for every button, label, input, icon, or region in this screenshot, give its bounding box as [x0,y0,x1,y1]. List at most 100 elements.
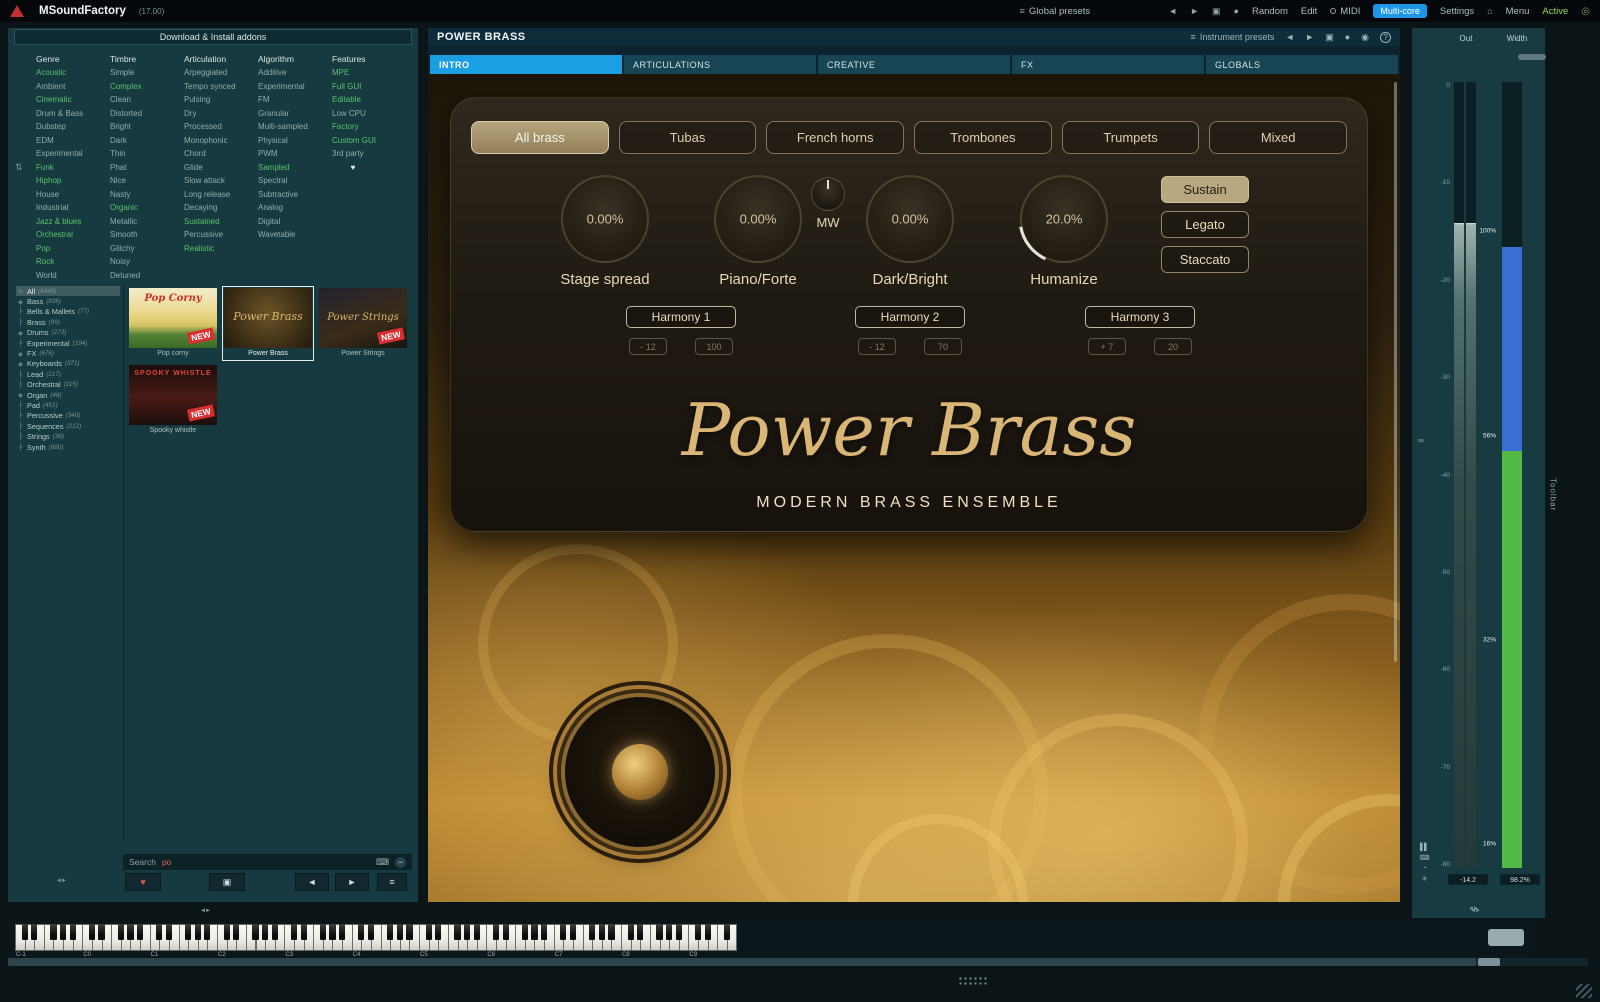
browser-resize-handle[interactable]: ◄► [56,878,66,884]
filter-item-nasty[interactable]: Nasty [108,188,182,202]
tree-item-bells-mallets[interactable]: ├Bells & Mallets(77) [16,307,120,317]
piano-key-black[interactable] [224,924,230,940]
filter-item-low-cpu[interactable]: Low CPU [330,107,404,121]
next-instrument-preset-button[interactable]: ► [1305,32,1314,42]
filter-item-3rd-party[interactable]: 3rd party [330,147,404,161]
tree-item-percussive[interactable]: ├Percussive(340) [16,411,120,421]
piano-key-black[interactable] [397,924,403,940]
home-icon[interactable]: ⌂ [1487,6,1492,16]
filter-item-orchestral[interactable]: Orchestral [34,228,108,242]
filter-item-tempo-synced[interactable]: Tempo synced [182,80,256,94]
filter-item-chord[interactable]: Chord [182,147,256,161]
piano-key-black[interactable] [127,924,133,940]
filter-item-cinematic[interactable]: Cinematic [34,93,108,107]
filter-item-arpeggiated[interactable]: Arpeggiated [182,66,256,80]
piano-key-black[interactable] [262,924,268,940]
edit-button[interactable]: Edit [1301,6,1317,17]
filter-item-world[interactable]: World [34,269,108,283]
dark-bright-knob[interactable]: 0.00% [866,175,954,263]
filter-item-glitchy[interactable]: Glitchy [108,242,182,256]
filter-item-edm[interactable]: EDM [34,134,108,148]
filter-item-funk[interactable]: Funk [34,161,108,175]
horizontal-scrollbar-thumb[interactable] [8,958,1476,966]
harmony-button-3[interactable]: Harmony 3 [1085,306,1195,328]
piano-key-black[interactable] [233,924,239,940]
filter-item-sustained[interactable]: Sustained [182,215,256,229]
filter-item-organic[interactable]: Organic [108,201,182,215]
clock-icon[interactable]: ◔ [1422,865,1425,872]
filter-item-long-release[interactable]: Long release [182,188,256,202]
piano-key-black[interactable] [656,924,662,940]
keyboard-icon[interactable]: ⌨ [1419,854,1428,862]
tree-item-keyboards[interactable]: ◈Keyboards(371) [16,359,120,369]
power-icon[interactable]: ◎ [1581,6,1590,17]
thumbnail-view-button[interactable]: ▣ [209,873,245,891]
piano-key-black[interactable] [204,924,210,940]
piano-key-black[interactable] [137,924,143,940]
piano-key-black[interactable] [503,924,509,940]
filter-item-spectral[interactable]: Spectral [256,174,330,188]
tree-item-bass[interactable]: ◈Bass(836) [16,296,120,306]
preset-thumbnail-pop-corny[interactable]: Pop CornyNEWPop corny [127,286,219,361]
section-button-trumpets[interactable]: Trumpets [1062,121,1200,154]
filter-item-realistic[interactable]: Realistic [182,242,256,256]
piano-key-black[interactable] [60,924,66,940]
tab-fx[interactable]: FX [1012,55,1204,74]
piano-key-black[interactable] [301,924,307,940]
harmony-button-2[interactable]: Harmony 2 [855,306,965,328]
piano-key-black[interactable] [185,924,191,940]
menu-button[interactable]: Menu [1506,6,1530,17]
filter-item-acoustic[interactable]: Acoustic [34,66,108,80]
piano-key-black[interactable] [531,924,537,940]
piano-key-black[interactable] [291,924,297,940]
piano-key-black[interactable] [676,924,682,940]
piano-key-black[interactable] [50,924,56,940]
tree-item-all[interactable]: ⊙All(4449) [16,286,120,296]
filter-item-clean[interactable]: Clean [108,93,182,107]
global-presets-button[interactable]: ≡ Global presets [1020,6,1091,17]
meter-scrollbar[interactable] [1518,54,1546,60]
filter-item-ambient[interactable]: Ambient [34,80,108,94]
tree-item-experimental[interactable]: ├Experimental(194) [16,338,120,348]
filter-item-full-gui[interactable]: Full GUI [330,80,404,94]
gear-icon[interactable]: ✳ [1422,875,1427,883]
piano-key-black[interactable] [156,924,162,940]
harmony-amount-value[interactable]: 20 [1154,338,1192,355]
filter-item-bright[interactable]: Bright [108,120,182,134]
filter-item-hiphop[interactable]: Hiphop [34,174,108,188]
piano-key-black[interactable] [705,924,711,940]
screenshot-icon[interactable]: ▣ [1325,32,1334,43]
filter-item-nice[interactable]: Nice [108,174,182,188]
preset-thumbnail-power-brass[interactable]: Power BrassPower Brass [222,286,314,361]
piano-key-black[interactable] [118,924,124,940]
list-menu-button[interactable]: ≡ [377,873,407,891]
record-icon[interactable]: ● [1234,6,1239,16]
filter-item-percussive[interactable]: Percussive [182,228,256,242]
filter-item-dry[interactable]: Dry [182,107,256,121]
piano-key-black[interactable] [358,924,364,940]
tab-globals[interactable]: GLOBALS [1206,55,1398,74]
filter-item-pwm[interactable]: PWM [256,147,330,161]
piano-key-black[interactable] [695,924,701,940]
midi-button[interactable]: MIDI [1330,6,1360,17]
filter-item-pulsing[interactable]: Pulsing [182,93,256,107]
left-splitter-handle[interactable]: ◄► [200,908,210,914]
content-scrollbar[interactable] [1394,82,1397,662]
harmony-amount-value[interactable]: 100 [695,338,733,355]
filter-item-decaying[interactable]: Decaying [182,201,256,215]
filter-item-sampled[interactable]: Sampled [256,161,330,175]
filter-item-noisy[interactable]: Noisy [108,255,182,269]
favorites-button[interactable]: ♥ [125,873,161,891]
filter-item-pop[interactable]: Pop [34,242,108,256]
download-install-addons-button[interactable]: Download & Install addons [14,29,412,45]
harmony-interval-value[interactable]: + 7 [1088,338,1126,355]
filter-item-processed[interactable]: Processed [182,120,256,134]
filter-item-jazz-blues[interactable]: Jazz & blues [34,215,108,229]
harmony-interval-value[interactable]: - 12 [858,338,896,355]
piano-key-black[interactable] [637,924,643,940]
filter-item-digital[interactable]: Digital [256,215,330,229]
random-button[interactable]: Random [1252,6,1288,17]
keyboard-zoom-control[interactable] [1488,929,1524,946]
section-button-all-brass[interactable]: All brass [471,121,609,154]
search-bar[interactable]: Search po ⌨ − [123,854,412,870]
